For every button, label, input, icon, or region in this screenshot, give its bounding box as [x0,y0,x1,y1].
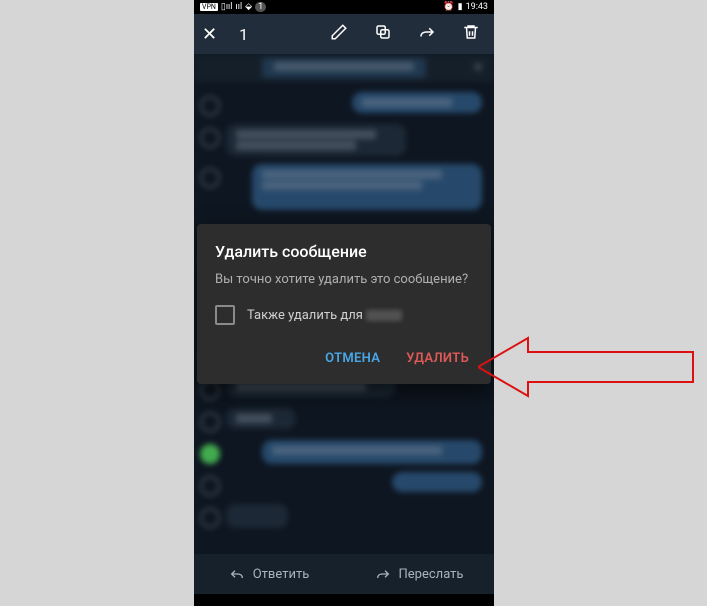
status-bar: VPN ▯ııl ııl ⬙ 1 ⏰ ▮ 19:43 [194,0,494,14]
chat-area: ✕ [194,54,494,554]
reply-button[interactable]: Ответить [194,566,344,582]
dialog-title: Удалить сообщение [215,242,473,261]
copy-icon[interactable] [368,23,398,45]
vpn-icon: VPN [200,3,218,11]
also-delete-label: Также удалить для [247,308,402,323]
also-delete-checkbox[interactable] [215,305,235,325]
forward-icon[interactable] [412,23,442,45]
bottom-action-bar: Ответить Переслать [194,554,494,594]
wifi-icon: ⬙ [245,2,252,12]
dialog-overlay: Удалить сообщение Вы точно хотите удалит… [194,54,494,554]
recipient-name-blurred [366,310,402,321]
clock: 19:43 [466,2,488,12]
delete-button[interactable]: УДАЛИТЬ [402,345,473,372]
reply-icon [229,566,245,582]
close-selection-icon[interactable]: ✕ [202,24,217,45]
delete-icon[interactable] [456,23,486,45]
reply-label: Ответить [253,567,310,582]
notification-badge: 1 [255,2,266,12]
forward-label: Переслать [399,567,464,582]
forward-button[interactable]: Переслать [344,566,494,582]
battery-icon: ▮ [458,2,463,12]
status-right: ⏰ ▮ 19:43 [443,2,488,12]
signal-icon: ▯ııl [221,2,233,12]
alarm-icon: ⏰ [443,2,454,12]
dialog-actions: ОТМЕНА УДАЛИТЬ [215,341,473,376]
status-left: VPN ▯ııl ııl ⬙ 1 [200,2,266,12]
android-nav-bar [194,594,494,606]
selection-toolbar: ✕ 1 [194,14,494,54]
selection-count: 1 [231,25,310,44]
forward-arrow-icon [375,566,391,582]
dialog-body: Вы точно хотите удалить это сообщение? [215,271,473,289]
annotation-arrow [478,326,700,408]
signal2-icon: ııl [235,2,242,12]
phone-screen: VPN ▯ııl ııl ⬙ 1 ⏰ ▮ 19:43 ✕ 1 [194,0,494,603]
cancel-button[interactable]: ОТМЕНА [321,345,384,372]
delete-message-dialog: Удалить сообщение Вы точно хотите удалит… [197,224,491,384]
edit-icon[interactable] [324,23,354,45]
also-delete-row[interactable]: Также удалить для [215,305,473,325]
